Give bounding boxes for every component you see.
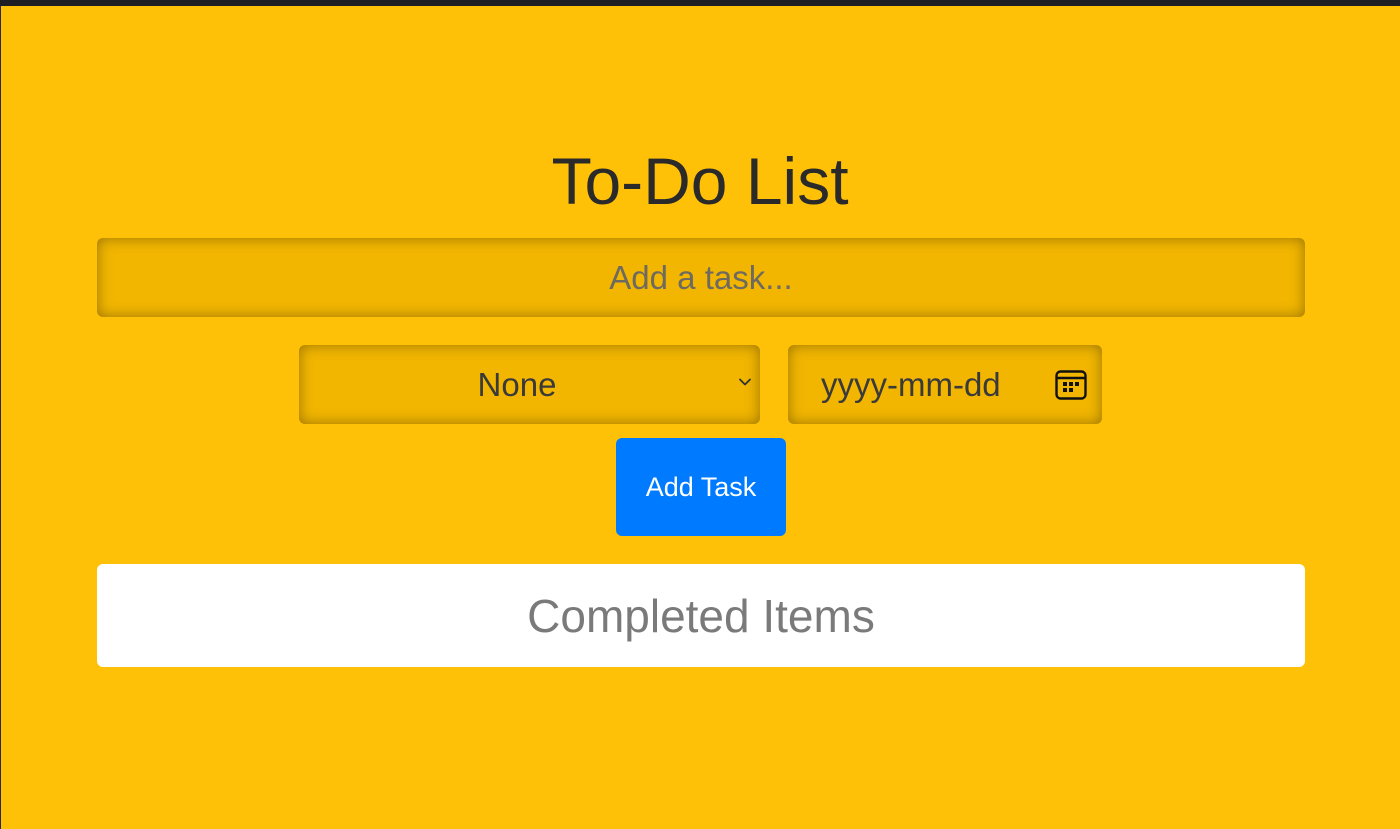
page-title: To-Do List: [551, 144, 849, 218]
calendar-icon[interactable]: [1054, 367, 1088, 401]
priority-select-value: None: [477, 365, 557, 403]
task-input[interactable]: [97, 238, 1305, 317]
completed-items-heading: Completed Items: [527, 589, 875, 642]
due-date-placeholder: yyyy-mm-dd: [821, 366, 1001, 403]
window-top-bar: [0, 0, 1400, 6]
priority-select[interactable]: None: [299, 345, 760, 424]
add-task-button[interactable]: Add Task: [616, 438, 786, 536]
due-date-input[interactable]: yyyy-mm-dd: [788, 345, 1102, 424]
completed-items-panel: Completed Items: [97, 564, 1305, 667]
window-left-edge: [0, 6, 1, 829]
chevron-down-icon: [739, 378, 751, 386]
